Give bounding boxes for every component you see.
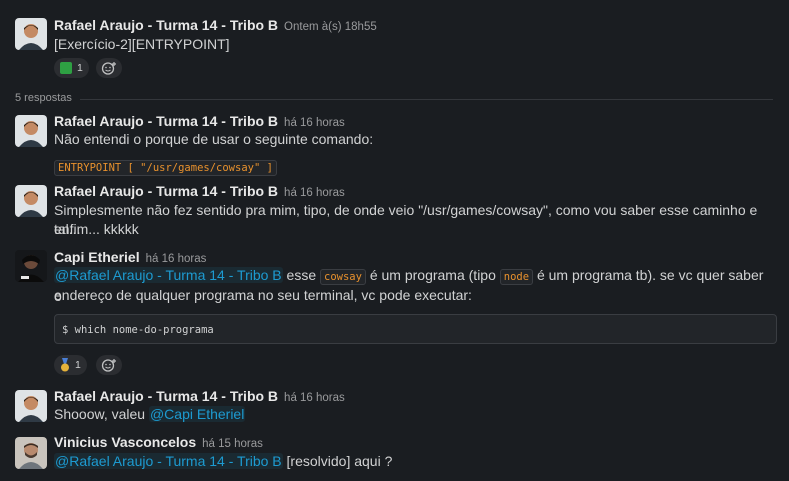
timestamp[interactable]: há 16 horas [146, 253, 207, 265]
avatar[interactable] [15, 437, 47, 469]
message-text: Shooow, valeu @Capi Etheriel [54, 405, 769, 424]
message-text: [Exercício-2][ENTRYPOINT] [54, 36, 230, 52]
green-square-emoji-icon [60, 62, 72, 74]
reaction-pill[interactable]: 1 [54, 58, 89, 78]
inline-code: node [499, 269, 534, 285]
text-fragment: [resolvido] aqui ? [282, 453, 393, 469]
author-name[interactable]: Vinicius Vasconcelos [54, 434, 196, 450]
user-mention[interactable]: @Rafael Araujo - Turma 14 - Tribo B [54, 267, 283, 283]
text-fragment: Shooow, valeu [54, 406, 149, 422]
message-text: enfim... kkkkk [54, 221, 139, 237]
add-reaction-button[interactable] [96, 355, 122, 375]
timestamp[interactable]: há 15 horas [202, 438, 263, 450]
author-name[interactable]: Rafael Araujo - Turma 14 - Tribo B [54, 388, 278, 404]
reaction-pill[interactable]: 1 [54, 355, 87, 375]
timestamp[interactable]: há 16 horas [284, 392, 345, 404]
replies-divider [80, 99, 773, 100]
text-fragment: é um programa (tipo [365, 267, 500, 283]
avatar[interactable] [15, 250, 47, 282]
avatar[interactable] [15, 390, 47, 422]
user-mention[interactable]: @Rafael Araujo - Turma 14 - Tribo B [54, 453, 283, 469]
avatar[interactable] [15, 115, 47, 147]
add-reaction-button[interactable] [96, 58, 122, 78]
author-name[interactable]: Rafael Araujo - Turma 14 - Tribo B [54, 113, 278, 129]
timestamp[interactable]: Ontem à(s) 18h55 [284, 21, 377, 33]
add-emoji-icon [101, 62, 116, 75]
add-emoji-icon [101, 359, 116, 372]
avatar[interactable] [15, 185, 47, 217]
message-text: endereço de qualquer programa no seu ter… [54, 287, 472, 303]
code-block: $ which nome-do-programa [54, 314, 777, 344]
avatar[interactable] [15, 18, 47, 50]
timestamp[interactable]: há 16 horas [284, 187, 345, 199]
author-name[interactable]: Capi Etheriel [54, 249, 140, 265]
medal-emoji-icon [61, 358, 69, 372]
inline-code: cowsay [320, 269, 366, 285]
inline-code: ENTRYPOINT [ "/usr/games/cowsay" ] [54, 160, 277, 176]
user-mention[interactable]: @Capi Etheriel [148, 406, 246, 422]
replies-count-label: 5 respostas [15, 92, 78, 104]
timestamp[interactable]: há 16 horas [284, 117, 345, 129]
message-text: Não entendi o porque de usar o seguinte … [54, 131, 374, 147]
author-name[interactable]: Rafael Araujo - Turma 14 - Tribo B [54, 183, 278, 199]
reaction-count: 1 [75, 359, 81, 371]
author-name[interactable]: Rafael Araujo - Turma 14 - Tribo B [54, 17, 278, 33]
text-fragment: esse [282, 267, 320, 283]
message-text: @Rafael Araujo - Turma 14 - Tribo B [res… [54, 452, 769, 471]
reaction-count: 1 [77, 62, 83, 74]
